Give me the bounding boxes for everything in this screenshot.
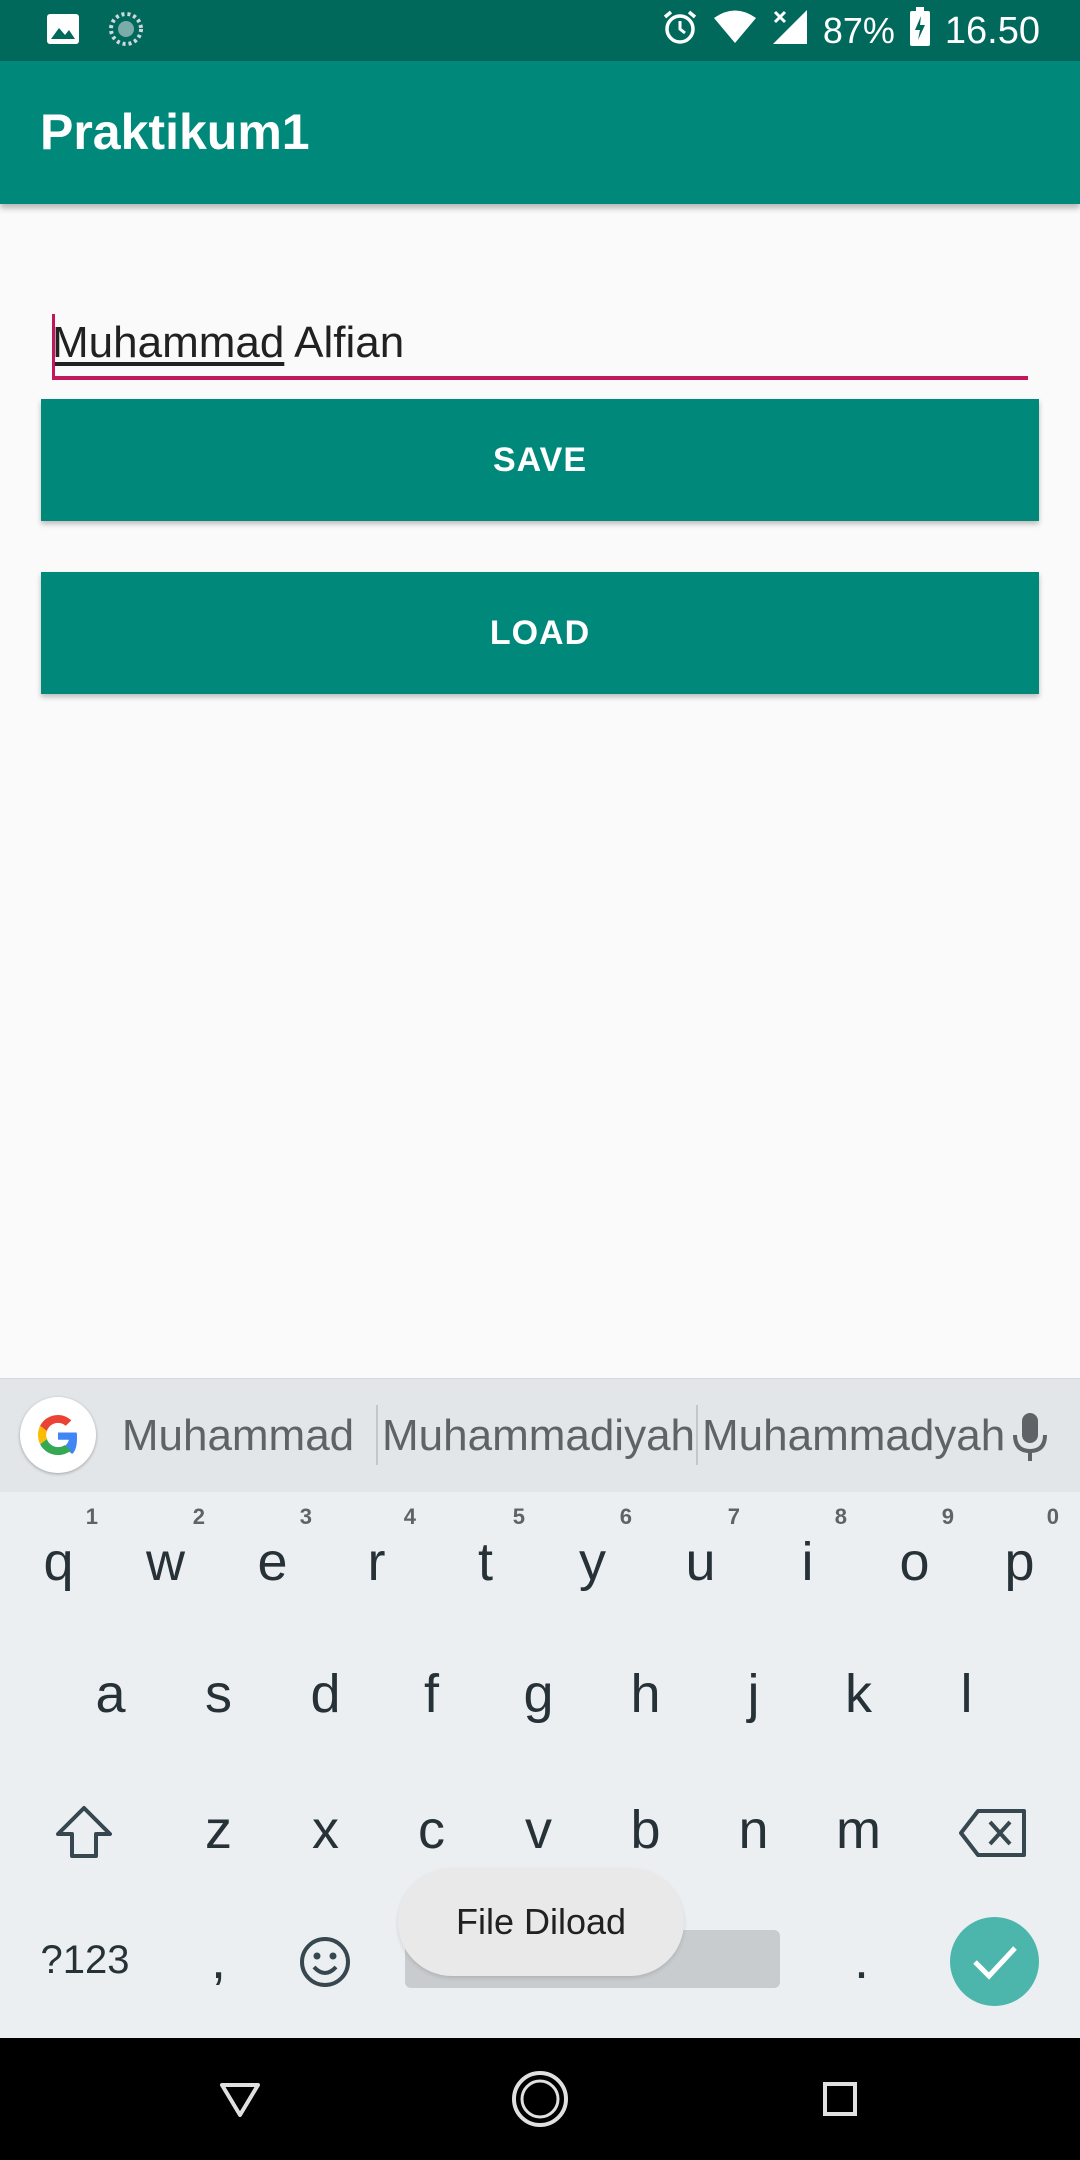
backspace-icon [959,1809,1026,1857]
suggestion-3[interactable]: Muhammadyah [702,1379,1005,1492]
battery-percent: 87% [822,10,895,51]
recents-button[interactable] [810,2069,870,2129]
key-s[interactable]: s [165,1634,272,1754]
wifi-icon [713,9,757,54]
save-button[interactable]: SAVE [41,399,1039,521]
key-i[interactable]: i8 [754,1502,861,1622]
enter-key[interactable] [950,1917,1039,2006]
key-d[interactable]: d [272,1634,379,1754]
input-text: Alfian [284,318,405,367]
key-w[interactable]: w2 [112,1502,219,1622]
input-underline [52,376,1028,380]
clock: 16.50 [944,9,1040,52]
shift-icon [56,1806,112,1858]
suggestion-divider [376,1405,378,1465]
backspace-key[interactable] [940,1772,1047,1892]
key-n[interactable]: n [700,1770,807,1890]
composing-text: Muhammad [52,318,285,367]
signal-icon [771,8,809,55]
key-g[interactable]: g [485,1634,592,1754]
key-x[interactable]: x [272,1770,379,1890]
key-m[interactable]: m [805,1770,912,1890]
home-circle-icon [512,2071,568,2127]
home-button[interactable] [510,2064,570,2134]
suggestion-divider [696,1405,698,1465]
back-button[interactable] [210,2069,270,2129]
app-bar: Praktikum1 [0,61,1080,204]
battery-charging-icon [909,6,931,56]
key-p[interactable]: p0 [966,1502,1073,1622]
back-triangle-icon [220,2083,260,2117]
microphone-icon[interactable] [1010,1411,1050,1463]
image-icon [46,13,80,50]
key-f[interactable]: f [378,1634,485,1754]
name-input[interactable]: Muhammad Alfian [52,310,1028,376]
key-j[interactable]: j [700,1634,807,1754]
period-key[interactable]: . [808,1900,915,2020]
key-o[interactable]: o9 [861,1502,968,1622]
key-r[interactable]: r4 [323,1502,430,1622]
suggestion-2[interactable]: Muhammadiyah [382,1379,695,1492]
comma-key[interactable]: , [165,1900,272,2020]
status-bar: 87% 16.50 [0,0,1080,61]
navigation-bar [0,2038,1080,2160]
sync-icon [108,11,144,52]
key-z[interactable]: z [165,1770,272,1890]
emoji-key[interactable] [272,1902,379,2022]
emoji-icon [300,1937,350,1987]
checkmark-icon [973,1946,1017,1980]
app-title: Praktikum1 [40,104,310,160]
toast-message: File Diload [398,1868,684,1976]
text-cursor [52,314,55,376]
key-y[interactable]: y6 [539,1502,646,1622]
symbols-key[interactable]: ?123 [30,1900,140,2020]
alarm-icon [661,8,699,55]
suggestion-1[interactable]: Muhammad [108,1379,368,1492]
key-q[interactable]: q1 [5,1502,112,1622]
key-h[interactable]: h [592,1634,699,1754]
key-k[interactable]: k [805,1634,912,1754]
recents-square-icon [823,2082,857,2116]
shift-key[interactable] [30,1772,137,1892]
key-t[interactable]: t5 [432,1502,539,1622]
key-e[interactable]: e3 [219,1502,326,1622]
load-button[interactable]: LOAD [41,572,1039,694]
key-u[interactable]: u7 [647,1502,754,1622]
suggestion-strip: Muhammad Muhammadiyah Muhammadyah [0,1378,1080,1492]
google-g-icon[interactable] [20,1397,96,1473]
key-a[interactable]: a [57,1634,164,1754]
name-input-field[interactable]: Muhammad Alfian [52,310,1028,380]
key-l[interactable]: l [913,1634,1020,1754]
